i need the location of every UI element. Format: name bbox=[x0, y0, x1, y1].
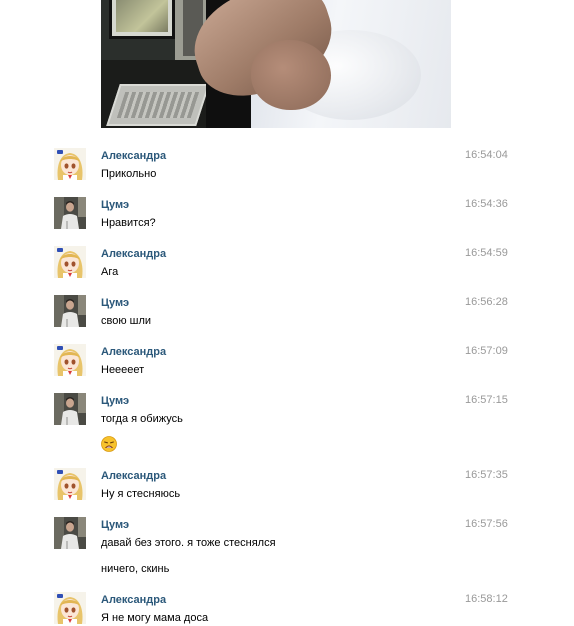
message-text: Нравится? bbox=[101, 217, 156, 229]
message-text: давай без этого. я тоже стеснялся bbox=[101, 537, 276, 549]
author-name[interactable]: Цумэ bbox=[101, 199, 129, 211]
boy-photo-avatar[interactable] bbox=[54, 393, 86, 425]
weary-face-emoji bbox=[101, 436, 117, 452]
author-name[interactable]: Цумэ bbox=[101, 297, 129, 309]
message-time[interactable]: 16:57:15 bbox=[465, 394, 508, 406]
message-time[interactable]: 16:56:28 bbox=[465, 296, 508, 308]
author-name[interactable]: Александра bbox=[101, 594, 166, 606]
anime-girl-avatar[interactable] bbox=[54, 246, 86, 278]
message-text: Ага bbox=[101, 266, 119, 278]
message-time[interactable]: 16:57:56 bbox=[465, 518, 508, 530]
boy-photo-avatar[interactable] bbox=[54, 197, 86, 229]
message-time[interactable]: 16:58:12 bbox=[465, 593, 508, 605]
message-time[interactable]: 16:54:36 bbox=[465, 198, 508, 210]
anime-girl-avatar[interactable] bbox=[54, 148, 86, 180]
photo-hand bbox=[251, 40, 331, 110]
message-time[interactable]: 16:54:59 bbox=[465, 247, 508, 259]
anime-girl-avatar[interactable] bbox=[54, 592, 86, 624]
anime-girl-avatar[interactable] bbox=[54, 468, 86, 500]
message-text: Прикольно bbox=[101, 168, 157, 180]
boy-photo-avatar[interactable] bbox=[54, 295, 86, 327]
author-name[interactable]: Цумэ bbox=[101, 395, 129, 407]
message-time[interactable]: 16:57:09 bbox=[465, 345, 508, 357]
attached-photo[interactable] bbox=[101, 0, 451, 128]
message-text: тогда я обижусь bbox=[101, 413, 183, 425]
message-text: Нееееет bbox=[101, 364, 145, 376]
message-time[interactable]: 16:54:04 bbox=[465, 149, 508, 161]
author-name[interactable]: Александра bbox=[101, 346, 166, 358]
photo-keyboard bbox=[106, 84, 210, 126]
anime-girl-avatar[interactable] bbox=[54, 344, 86, 376]
message-text: свою шли bbox=[101, 315, 152, 327]
message-text: Ну я стесняюсь bbox=[101, 488, 181, 500]
message-text: ничего, скинь bbox=[101, 563, 170, 575]
message-text: Я не могу мама доса bbox=[101, 612, 209, 624]
message-time[interactable]: 16:57:35 bbox=[465, 469, 508, 481]
author-name[interactable]: Александра bbox=[101, 248, 166, 260]
author-name[interactable]: Александра bbox=[101, 150, 166, 162]
author-name[interactable]: Александра bbox=[101, 470, 166, 482]
boy-photo-avatar[interactable] bbox=[54, 517, 86, 549]
photo-monitor bbox=[109, 0, 175, 39]
author-name[interactable]: Цумэ bbox=[101, 519, 129, 531]
